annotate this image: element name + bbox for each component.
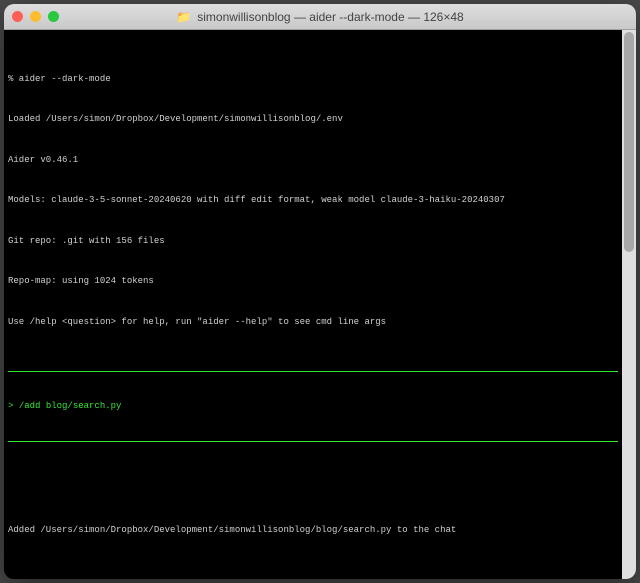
scrollbar[interactable] bbox=[622, 30, 636, 579]
startup-version: Aider v0.46.1 bbox=[8, 154, 618, 168]
terminal-output[interactable]: % aider --dark-mode Loaded /Users/simon/… bbox=[4, 30, 622, 579]
prompt-line-add[interactable]: > /add blog/search.py bbox=[8, 400, 618, 414]
divider bbox=[8, 441, 618, 442]
titlebar[interactable]: 📁 simonwillisonblog — aider --dark-mode … bbox=[4, 4, 636, 30]
terminal-body: % aider --dark-mode Loaded /Users/simon/… bbox=[4, 30, 636, 579]
minimize-icon[interactable] bbox=[30, 11, 41, 22]
prompt-add-cmd: /add blog/search.py bbox=[19, 401, 122, 411]
startup-models: Models: claude-3-5-sonnet-20240620 with … bbox=[8, 194, 618, 208]
close-icon[interactable] bbox=[12, 11, 23, 22]
startup-gitrepo: Git repo: .git with 156 files bbox=[8, 235, 618, 249]
cmd-line: % aider --dark-mode bbox=[8, 73, 618, 87]
traffic-lights bbox=[12, 11, 59, 22]
window-title: 📁 simonwillisonblog — aider --dark-mode … bbox=[4, 8, 636, 26]
startup-repomap: Repo-map: using 1024 tokens bbox=[8, 275, 618, 289]
terminal-window: 📁 simonwillisonblog — aider --dark-mode … bbox=[4, 4, 636, 579]
divider bbox=[8, 371, 618, 372]
zoom-icon[interactable] bbox=[48, 11, 59, 22]
folder-icon: 📁 bbox=[176, 8, 191, 26]
startup-help: Use /help <question> for help, run "aide… bbox=[8, 316, 618, 330]
added-message: Added /Users/simon/Dropbox/Development/s… bbox=[8, 524, 618, 538]
window-title-text: simonwillisonblog — aider --dark-mode — … bbox=[197, 8, 463, 26]
startup-loaded: Loaded /Users/simon/Dropbox/Development/… bbox=[8, 113, 618, 127]
scrollbar-thumb[interactable] bbox=[624, 32, 634, 252]
